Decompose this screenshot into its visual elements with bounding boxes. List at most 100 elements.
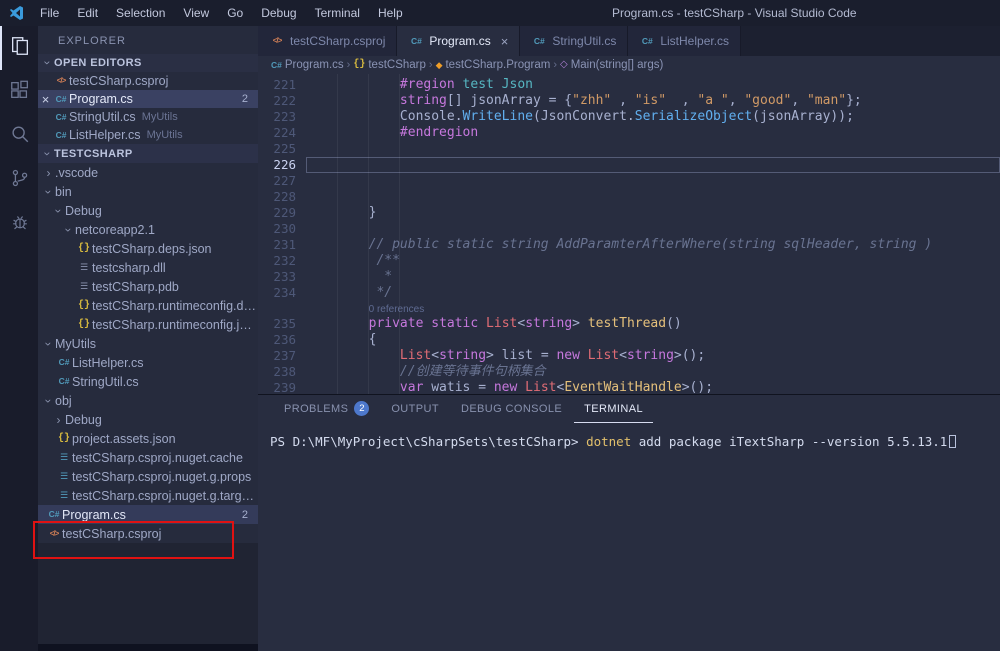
menu-file[interactable]: File xyxy=(31,0,68,26)
panel-tab-output[interactable]: OUTPUT xyxy=(381,396,449,423)
code-line-226[interactable]: 226 xyxy=(258,157,1000,173)
tree-item-testcsharp-csproj-nuget-cache[interactable]: ☰testCSharp.csproj.nuget.cache xyxy=(38,448,258,467)
close-icon[interactable]: × xyxy=(501,34,509,49)
code-line-233[interactable]: 233 * xyxy=(258,269,1000,285)
menu-view[interactable]: View xyxy=(174,0,218,26)
menu-terminal[interactable]: Terminal xyxy=(306,0,369,26)
code-line-229[interactable]: 229 } xyxy=(258,205,1000,221)
breadcrumb-item-testcsharp[interactable]: {}testCSharp xyxy=(353,59,426,71)
tree-item-listhelper-cs[interactable]: C#ListHelper.cs xyxy=(38,353,258,372)
menu-bar: FileEditSelectionViewGoDebugTerminalHelp xyxy=(31,0,412,26)
chevron-right-icon: › xyxy=(52,413,65,427)
tab-testcsharp-csproj[interactable]: </>testCSharp.csproj xyxy=(258,26,397,56)
breadcrumb-item-program-cs[interactable]: C#Program.cs xyxy=(271,59,344,71)
csharp-file-icon: C# xyxy=(639,37,655,46)
tree-item-project-assets-json[interactable]: {}project.assets.json xyxy=(38,429,258,448)
nuget-file-icon: ☰ xyxy=(56,453,72,462)
line-number: 225 xyxy=(258,141,296,157)
breadcrumb-label: Main(string[] args) xyxy=(571,59,664,71)
tree-item-testcsharp-dll[interactable]: ☰testcsharp.dll xyxy=(38,258,258,277)
tab-program-cs[interactable]: C#Program.cs× xyxy=(397,26,520,56)
code-line-225[interactable]: 225 xyxy=(258,141,1000,157)
tree-item-debug[interactable]: ›Debug xyxy=(38,410,258,429)
breadcrumb-item-testcsharp-program[interactable]: ◆testCSharp.Program xyxy=(436,59,551,71)
menu-go[interactable]: Go xyxy=(218,0,252,26)
menu-help[interactable]: Help xyxy=(369,0,412,26)
terminal-cursor xyxy=(949,435,956,448)
code-line-235[interactable]: 235 private static List<string> testThre… xyxy=(258,316,1000,332)
tree-item-vscode[interactable]: ›.vscode xyxy=(38,163,258,182)
tree-item-testcsharp-runtimeconfig-dev-json[interactable]: {}testCSharp.runtimeconfig.dev.json xyxy=(38,296,258,315)
code-line-234[interactable]: 234 */ xyxy=(258,285,1000,301)
activity-source-control-button[interactable] xyxy=(0,158,38,202)
indent-guide xyxy=(368,74,369,394)
code-line-236[interactable]: 236 { xyxy=(258,332,1000,348)
code-line-223[interactable]: 223 Console.WriteLine(JsonConvert.Serial… xyxy=(258,109,1000,125)
modified-count-badge: 2 xyxy=(242,93,258,105)
panel-tab-debug-console[interactable]: DEBUG CONSOLE xyxy=(451,396,572,423)
tree-item-obj[interactable]: ›obj xyxy=(38,391,258,410)
tree-item-testcsharp-csproj[interactable]: </>testCSharp.csproj xyxy=(38,524,258,543)
activity-debug-button[interactable] xyxy=(0,202,38,246)
tree-item-stringutil-cs[interactable]: C#StringUtil.cs xyxy=(38,372,258,391)
menu-debug[interactable]: Debug xyxy=(252,0,305,26)
code-line-227[interactable]: 227 xyxy=(258,173,1000,189)
line-number: 226 xyxy=(258,157,296,173)
tab-stringutil-cs[interactable]: C#StringUtil.cs xyxy=(520,26,628,56)
tree-item-program-cs[interactable]: C#Program.cs2 xyxy=(38,505,258,524)
code-line-224[interactable]: 224 #endregion xyxy=(258,125,1000,141)
codelens-row[interactable]: 0 references xyxy=(258,301,1000,316)
code-line-222[interactable]: 222 string[] jsonArray = {"zhh" , "is" ,… xyxy=(258,93,1000,109)
tree-item-testcsharp-csproj-nuget-g-targets[interactable]: ☰testCSharp.csproj.nuget.g.targets xyxy=(38,486,258,505)
codelens-references[interactable]: 0 references xyxy=(369,304,425,315)
menu-edit[interactable]: Edit xyxy=(68,0,107,26)
tree-item-testcsharp-runtimeconfig-json[interactable]: {}testCSharp.runtimeconfig.json xyxy=(38,315,258,334)
code-line-221[interactable]: 221 #region test Json xyxy=(258,77,1000,93)
tree-item-netcoreapp2-1[interactable]: ›netcoreapp2.1 xyxy=(38,220,258,239)
panel-tab-problems[interactable]: PROBLEMS2 xyxy=(274,396,379,423)
csharp-file-icon: C# xyxy=(56,377,72,386)
tree-item-testcsharp-deps-json[interactable]: {}testCSharp.deps.json xyxy=(38,239,258,258)
tree-item-myutils[interactable]: ›MyUtils xyxy=(38,334,258,353)
code-editor[interactable]: 221 #region test Json222 string[] jsonAr… xyxy=(258,74,1000,394)
open-editor-item-program-cs[interactable]: ×C#Program.cs2 xyxy=(38,90,258,108)
workspace-root-header[interactable]: ›TESTCSHARP xyxy=(38,144,258,163)
code-line-239[interactable]: 239 var watis = new List<EventWaitHandle… xyxy=(258,380,1000,394)
tree-item-testcsharp-pdb[interactable]: ☰testCSharp.pdb xyxy=(38,277,258,296)
line-number: 232 xyxy=(258,253,296,269)
tree-item-testcsharp-csproj-nuget-g-props[interactable]: ☰testCSharp.csproj.nuget.g.props xyxy=(38,467,258,486)
code-line-237[interactable]: 237 List<string> list = new List<string>… xyxy=(258,348,1000,364)
file-label: ListHelper.cs xyxy=(72,356,144,370)
activity-search-button[interactable] xyxy=(0,114,38,158)
code-line-228[interactable]: 228 xyxy=(258,189,1000,205)
chevron-down-icon: › xyxy=(41,147,55,160)
vscode-window: FileEditSelectionViewGoDebugTerminalHelp… xyxy=(0,0,1000,651)
activity-explorer-button[interactable] xyxy=(0,26,38,70)
activity-extensions-button[interactable] xyxy=(0,70,38,114)
chevron-right-icon: › xyxy=(42,166,55,180)
tree-item-bin[interactable]: ›bin xyxy=(38,182,258,201)
panel-tab-label: OUTPUT xyxy=(391,403,439,415)
code-line-238[interactable]: 238 //创建等待事件句柄集合 xyxy=(258,364,1000,380)
breadcrumb-item-main-string-args[interactable]: ◇Main(string[] args) xyxy=(560,59,663,71)
chevron-down-icon: › xyxy=(42,185,56,198)
terminal-content[interactable]: PS D:\MF\MyProject\cSharpSets\testCSharp… xyxy=(258,423,1000,651)
title-bar: FileEditSelectionViewGoDebugTerminalHelp… xyxy=(0,0,1000,26)
file-label: testCSharp.runtimeconfig.json xyxy=(92,318,258,332)
code-line-232[interactable]: 232 /** xyxy=(258,253,1000,269)
close-icon[interactable]: × xyxy=(38,92,53,107)
csharp-file-icon: C# xyxy=(408,37,424,46)
json-file-icon: {} xyxy=(76,244,92,254)
panel-tab-terminal[interactable]: TERMINAL xyxy=(574,396,653,423)
open-editor-item-listhelper-cs[interactable]: C#ListHelper.csMyUtils xyxy=(38,126,258,144)
panel-tab-label: PROBLEMS xyxy=(284,403,348,415)
open-editor-item-stringutil-cs[interactable]: C#StringUtil.csMyUtils xyxy=(38,108,258,126)
open-editors-section-header[interactable]: ›OPEN EDITORS xyxy=(38,54,258,72)
tab-listhelper-cs[interactable]: C#ListHelper.cs xyxy=(628,26,741,56)
code-line-231[interactable]: 231 // public static string AddParamterA… xyxy=(258,237,1000,253)
open-editor-item-testcsharp-csproj[interactable]: </>testCSharp.csproj xyxy=(38,72,258,90)
tree-item-debug[interactable]: ›Debug xyxy=(38,201,258,220)
code-line-230[interactable]: 230 xyxy=(258,221,1000,237)
menu-selection[interactable]: Selection xyxy=(107,0,174,26)
csproj-file-icon: </> xyxy=(53,77,69,85)
